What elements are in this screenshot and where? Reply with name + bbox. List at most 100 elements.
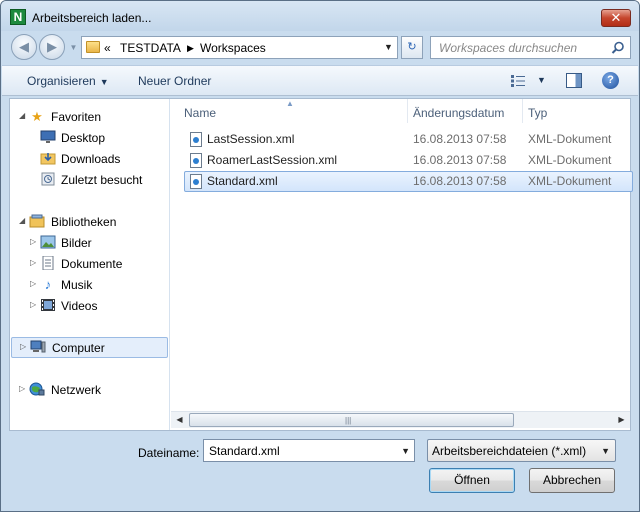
folder-icon xyxy=(86,41,100,53)
chevron-down-icon: ▼ xyxy=(99,77,109,87)
filename-combobox[interactable]: Standard.xml ▼ xyxy=(203,439,415,462)
collapsed-arrow-icon[interactable]: ▷ xyxy=(30,237,38,246)
file-type-value: Arbeitsbereichdateien (*.xml) xyxy=(432,444,587,458)
breadcrumb-testdata[interactable]: TESTDATA xyxy=(120,41,181,55)
back-button[interactable]: ◀ xyxy=(11,34,37,60)
collapsed-arrow-icon[interactable]: ▷ xyxy=(30,279,38,288)
refresh-button[interactable]: ↻ xyxy=(401,36,423,59)
open-dialog-window: N Arbeitsbereich laden... ✕ ◀ ▶ ▼ « TEST… xyxy=(0,0,640,512)
navigation-bar: ◀ ▶ ▼ « TESTDATA ▶ Workspaces ▼ ↻ Worksp… xyxy=(1,31,639,65)
filename-field[interactable]: Standard.xml xyxy=(209,444,280,458)
video-film-icon xyxy=(40,298,56,314)
sidebar-item-recent[interactable]: Zuletzt besucht xyxy=(10,170,168,190)
address-chevron-down-icon[interactable]: ▼ xyxy=(384,42,393,52)
breadcrumb-workspaces[interactable]: Workspaces xyxy=(200,41,266,55)
xml-file-icon xyxy=(190,153,202,168)
file-row[interactable]: LastSession.xml 16.08.2013 07:58 XML-Dok… xyxy=(184,129,633,150)
column-header-type[interactable]: Typ xyxy=(523,99,630,123)
sidebar-item-documents[interactable]: ▷ Dokumente xyxy=(10,254,168,274)
file-type: XML-Dokument xyxy=(528,174,612,188)
content-area: ◢ ★ Favoriten Desktop Downloads Zuletzt … xyxy=(9,98,633,431)
sidebar-item-label: Bilder xyxy=(61,236,92,250)
scroll-left-arrow-icon[interactable]: ◀ xyxy=(171,412,188,428)
expanded-arrow-icon[interactable]: ◢ xyxy=(19,216,27,225)
libraries-icon xyxy=(29,214,45,230)
xml-file-icon xyxy=(190,132,202,147)
column-header-label: Name xyxy=(184,106,217,120)
cancel-button[interactable]: Abbrechen xyxy=(529,468,615,493)
breadcrumb-overflow[interactable]: « xyxy=(104,41,111,55)
network-globe-icon xyxy=(29,382,45,398)
file-name: Standard.xml xyxy=(207,174,278,188)
column-header-name[interactable]: Name xyxy=(171,99,407,123)
close-button[interactable]: ✕ xyxy=(601,9,631,27)
collapsed-arrow-icon[interactable]: ▷ xyxy=(19,384,27,393)
collapsed-arrow-icon[interactable]: ▷ xyxy=(30,300,38,309)
file-name: LastSession.xml xyxy=(207,132,295,146)
desktop-icon xyxy=(40,130,56,146)
sidebar-item-music[interactable]: ▷ ♪ Musik xyxy=(10,275,168,295)
sidebar-item-computer[interactable]: ▷ Computer xyxy=(11,337,168,358)
dialog-footer: Dateiname: Standard.xml ▼ Arbeitsbereich… xyxy=(1,431,639,511)
sidebar-item-favorites[interactable]: ◢ ★ Favoriten xyxy=(10,107,168,127)
recent-pages-chevron-down-icon[interactable]: ▼ xyxy=(69,43,78,52)
collapsed-arrow-icon[interactable]: ▷ xyxy=(20,342,28,351)
sidebar-item-label: Zuletzt besucht xyxy=(61,173,143,187)
file-row[interactable]: RoamerLastSession.xml 16.08.2013 07:58 X… xyxy=(184,150,633,171)
open-button[interactable]: Öffnen xyxy=(429,468,515,493)
file-date: 16.08.2013 07:58 xyxy=(413,132,507,146)
breadcrumb-separator-icon[interactable]: ▶ xyxy=(187,43,194,54)
sidebar-item-libraries[interactable]: ◢ Bibliotheken xyxy=(10,212,168,232)
sidebar-item-desktop[interactable]: Desktop xyxy=(10,128,168,148)
file-type-select[interactable]: Arbeitsbereichdateien (*.xml) ▼ xyxy=(427,439,616,462)
scrollbar-thumb[interactable]: ||| xyxy=(189,413,514,427)
command-toolbar: Organisieren ▼ Neuer Ordner ▼ ? xyxy=(2,65,638,96)
search-icon[interactable] xyxy=(611,41,625,55)
expanded-arrow-icon[interactable]: ◢ xyxy=(19,111,27,120)
sidebar-item-label: Downloads xyxy=(61,152,121,166)
pictures-icon xyxy=(40,235,56,251)
chevron-down-icon[interactable]: ▼ xyxy=(401,446,410,456)
sidebar-item-downloads[interactable]: Downloads xyxy=(10,149,168,169)
sidebar-item-label: Bibliotheken xyxy=(51,215,117,229)
view-options-chevron-down-icon[interactable]: ▼ xyxy=(537,75,546,85)
grip-icon: ||| xyxy=(345,416,352,425)
column-header-label: Typ xyxy=(528,106,548,120)
sidebar-item-label: Dokumente xyxy=(61,257,123,271)
view-options-icon[interactable] xyxy=(511,75,525,87)
file-row-selected[interactable]: Standard.xml 16.08.2013 07:58 XML-Dokume… xyxy=(184,171,633,192)
preview-pane-icon[interactable] xyxy=(566,73,582,88)
organize-menu-button[interactable]: Organisieren ▼ xyxy=(27,74,109,88)
chevron-down-icon[interactable]: ▼ xyxy=(601,446,610,456)
downloads-folder-icon xyxy=(40,151,56,167)
window-title: Arbeitsbereich laden... xyxy=(32,11,152,25)
sidebar-item-label: Desktop xyxy=(61,131,106,145)
address-bar[interactable]: « TESTDATA ▶ Workspaces ▼ xyxy=(81,36,398,59)
sidebar-item-network[interactable]: ▷ Netzwerk xyxy=(10,380,168,400)
file-date: 16.08.2013 07:58 xyxy=(413,153,507,167)
app-logo-icon: N xyxy=(10,9,26,25)
recent-places-icon xyxy=(40,172,56,188)
column-header-date[interactable]: Änderungsdatum xyxy=(408,99,522,123)
horizontal-scrollbar[interactable]: ◀ ||| ▶ xyxy=(171,411,630,428)
search-input[interactable]: Workspaces durchsuchen xyxy=(430,36,631,59)
file-date: 16.08.2013 07:58 xyxy=(413,174,507,188)
help-icon[interactable]: ? xyxy=(602,72,619,89)
sidebar-item-label: Computer xyxy=(52,341,105,355)
music-note-icon: ♪ xyxy=(44,277,52,292)
file-type: XML-Dokument xyxy=(528,153,612,167)
column-header-label: Änderungsdatum xyxy=(413,106,505,120)
forward-button[interactable]: ▶ xyxy=(39,34,65,60)
new-folder-button[interactable]: Neuer Ordner xyxy=(138,74,211,88)
xml-file-icon xyxy=(190,174,202,189)
star-icon: ★ xyxy=(31,109,43,124)
collapsed-arrow-icon[interactable]: ▷ xyxy=(30,258,38,267)
computer-icon xyxy=(30,340,46,356)
sidebar-item-pictures[interactable]: ▷ Bilder xyxy=(10,233,168,253)
filename-label: Dateiname: xyxy=(138,446,200,460)
title-bar[interactable]: N Arbeitsbereich laden... ✕ xyxy=(1,1,639,31)
file-list-pane: ▲ Name Änderungsdatum Typ LastSession.xm… xyxy=(171,99,633,430)
file-name: RoamerLastSession.xml xyxy=(207,153,338,167)
sidebar-item-videos[interactable]: ▷ Videos xyxy=(10,296,168,316)
scroll-right-arrow-icon[interactable]: ▶ xyxy=(613,412,630,428)
